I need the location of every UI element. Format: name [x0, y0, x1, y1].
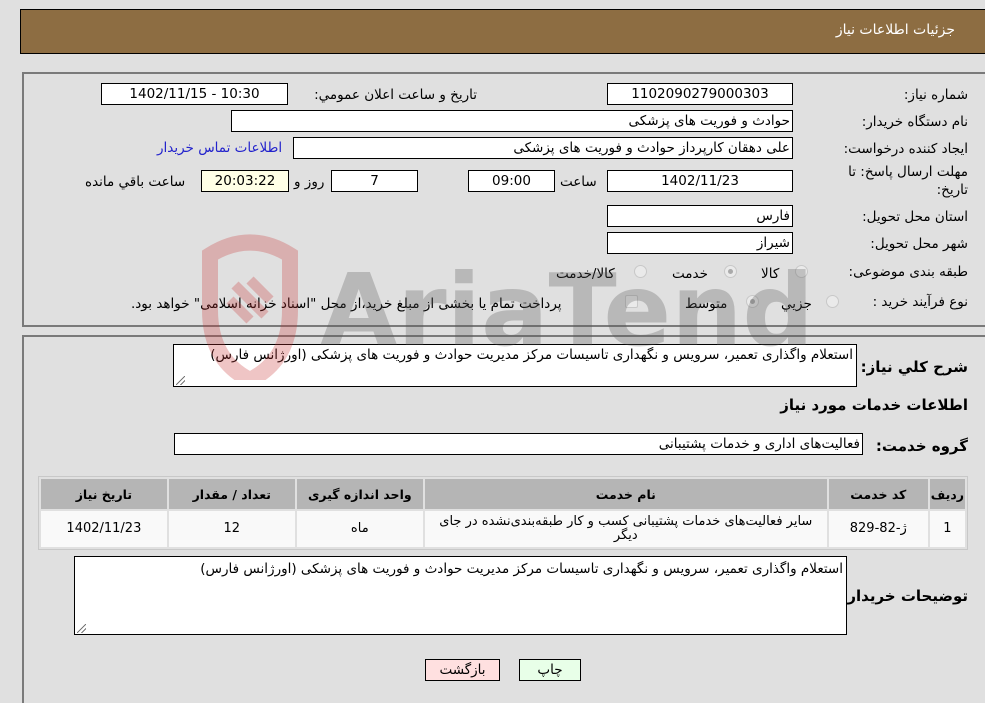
process-option-medium: متوسط	[685, 296, 728, 312]
province-label: استان محل تحویل:	[862, 209, 968, 225]
cell-service-name: سایر فعالیت‌های خدمات پشتیبانی کسب و کار…	[424, 511, 827, 547]
time-label: ساعت	[560, 174, 597, 190]
need-number-label: شماره نیاز:	[903, 87, 968, 103]
treasury-checkbox[interactable]	[625, 295, 638, 308]
buyer-notes-textarea[interactable]: استعلام واگذاری تعمیر، سرویس و نگهداری ت…	[74, 556, 847, 635]
cell-quantity: 12	[168, 511, 295, 547]
service-group-label: گروه خدمت:	[875, 437, 968, 455]
province-field[interactable]: فارس	[607, 205, 793, 227]
col-header-service-code: کد خدمت	[828, 479, 928, 509]
need-number-field[interactable]: 1102090279000303	[607, 83, 793, 105]
buyer-notes-text: استعلام واگذاری تعمیر، سرویس و نگهداری ت…	[200, 561, 843, 577]
description-text: استعلام واگذاری تعمیر، سرویس و نگهداری ت…	[210, 347, 853, 363]
services-heading: اطلاعات خدمات مورد نیاز	[780, 396, 968, 414]
description-label: شرح کلي نیاز:	[860, 358, 968, 376]
page-header: جزئیات اطلاعات نیاز	[20, 9, 985, 54]
resize-grip-icon[interactable]	[77, 624, 86, 633]
deadline-label-2: تاریخ:	[936, 182, 968, 198]
category-option-service: خدمت	[672, 266, 708, 282]
category-radio-goods-service[interactable]	[634, 265, 647, 278]
buyer-org-field[interactable]: حوادث و فوریت های پزشکی	[231, 110, 793, 132]
city-field[interactable]: شیراز	[607, 232, 793, 254]
deadline-time-field[interactable]: 09:00	[468, 170, 555, 192]
service-group-field[interactable]: فعالیت‌های اداری و خدمات پشتیبانی	[174, 433, 863, 455]
remaining-time-field: 20:03:22	[201, 170, 289, 192]
creator-label: ایجاد کننده درخواست:	[843, 141, 968, 157]
table-header-row: ردیف کد خدمت نام خدمت واحد اندازه گیری ت…	[41, 479, 965, 509]
print-button[interactable]: چاپ	[519, 659, 581, 681]
services-table: ردیف کد خدمت نام خدمت واحد اندازه گیری ت…	[38, 476, 968, 550]
creator-field[interactable]: علی دهقان کارپرداز حوادث و فوریت های پزش…	[293, 137, 793, 159]
process-radio-medium[interactable]	[746, 295, 759, 308]
col-header-quantity: تعداد / مقدار	[168, 479, 295, 509]
category-radio-service[interactable]	[724, 265, 737, 278]
announce-field[interactable]: 1402/11/15 - 10:30	[101, 83, 288, 105]
category-option-goods: کالا	[761, 266, 780, 282]
col-header-unit: واحد اندازه گیری	[296, 479, 423, 509]
city-label: شهر محل تحویل:	[870, 236, 968, 252]
cell-need-date: 1402/11/23	[41, 511, 167, 547]
buyer-org-label: نام دستگاه خریدار:	[861, 114, 968, 130]
col-header-row-num: ردیف	[929, 479, 965, 509]
description-textarea[interactable]: استعلام واگذاری تعمیر، سرویس و نگهداری ت…	[173, 344, 857, 387]
buyer-notes-label: توضیحات خریدار:	[841, 587, 968, 605]
col-header-need-date: تاریخ نیاز	[41, 479, 167, 509]
category-label: طبقه بندی موضوعی:	[848, 264, 968, 280]
process-label: نوع فرآیند خرید :	[872, 294, 968, 310]
back-button[interactable]: بازگشت	[425, 659, 500, 681]
category-option-goods-service: کالا/خدمت	[556, 266, 615, 282]
category-radio-goods[interactable]	[795, 265, 808, 278]
process-option-minor: جزیي	[781, 296, 812, 312]
cell-row-num: 1	[929, 511, 965, 547]
cell-unit: ماه	[296, 511, 423, 547]
days-label: روز و	[294, 174, 325, 190]
remaining-label: ساعت باقي مانده	[85, 174, 186, 190]
table-row: 1 ژ-82-829 سایر فعالیت‌های خدمات پشتیبان…	[41, 511, 965, 547]
treasury-note: پرداخت تمام یا بخشی از مبلغ خرید،از محل …	[131, 296, 562, 312]
buyer-contact-link[interactable]: اطلاعات تماس خریدار	[157, 140, 282, 156]
cell-service-code: ژ-82-829	[828, 511, 928, 547]
deadline-label: مهلت ارسال پاسخ: تا	[848, 164, 968, 180]
col-header-service-name: نام خدمت	[424, 479, 827, 509]
days-field[interactable]: 7	[331, 170, 418, 192]
deadline-date-field[interactable]: 1402/11/23	[607, 170, 793, 192]
process-radio-minor[interactable]	[826, 295, 839, 308]
announce-label: تاریخ و ساعت اعلان عمومي:	[314, 87, 477, 103]
resize-grip-icon[interactable]	[176, 376, 185, 385]
page-title: جزئیات اطلاعات نیاز	[835, 22, 955, 38]
